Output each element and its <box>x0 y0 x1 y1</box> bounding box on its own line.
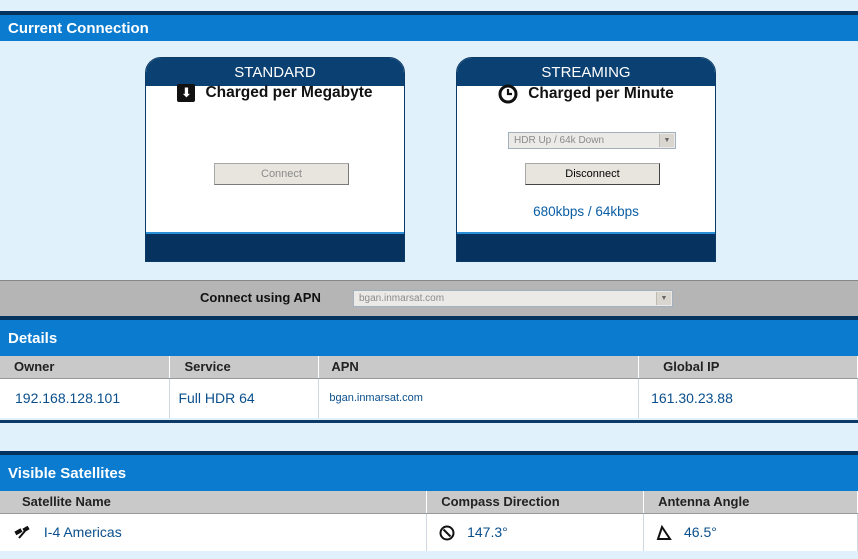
download-arrow-icon: ⬇ <box>177 84 196 102</box>
satellites-header-row: Satellite Name Compass Direction Antenna… <box>0 491 858 514</box>
compass-cell: 147.3° <box>426 513 645 551</box>
streaming-card-footer <box>457 232 715 261</box>
antenna-angle-icon <box>656 524 672 541</box>
satellites-table: Satellite Name Compass Direction Antenna… <box>0 491 858 551</box>
apn-bar: Connect using APN bgan.inmarsat.com ▼ <box>0 280 858 316</box>
compass-value: 147.3° <box>467 523 508 540</box>
standard-card-title: STANDARD <box>146 58 404 86</box>
details-col-global-ip: Global IP <box>638 356 858 379</box>
streaming-rate-select[interactable]: HDR Up / 64k Down ▼ <box>508 132 676 149</box>
standard-charge: ⬇ Charged per Megabyte <box>146 84 404 102</box>
details-owner-value: 192.168.128.101 <box>0 378 171 418</box>
details-apn-value: bgan.inmarsat.com <box>318 378 640 418</box>
angle-cell: 46.5° <box>643 513 858 551</box>
satellites-col-compass: Compass Direction <box>426 491 645 514</box>
compass-icon <box>439 525 455 541</box>
details-col-apn: APN <box>318 356 640 379</box>
satellite-name-cell: I-4 Americas <box>0 513 428 551</box>
details-title: Details <box>8 329 58 347</box>
apn-select-value: bgan.inmarsat.com <box>359 293 445 304</box>
table-row: I-4 Americas 147.3° 46.5° <box>0 513 858 551</box>
streaming-card-title: STREAMING <box>457 58 715 86</box>
streaming-rate-select-value: HDR Up / 64k Down <box>514 135 605 146</box>
current-connection-panel: STANDARD ⬇ Charged per Megabyte Connect … <box>0 41 858 280</box>
satellite-name-value: I-4 Americas <box>43 524 122 541</box>
satellite-icon <box>14 526 32 540</box>
current-connection-header: Current Connection <box>0 11 858 41</box>
chevron-down-icon[interactable]: ▼ <box>656 292 671 305</box>
details-service-value: Full HDR 64 <box>169 378 320 418</box>
clock-icon <box>498 84 518 104</box>
details-col-service: Service <box>169 356 320 379</box>
streaming-rate-text: 680kbps / 64kbps <box>533 204 639 219</box>
details-col-owner: Owner <box>0 356 171 379</box>
satellites-title: Visible Satellites <box>8 464 127 482</box>
streaming-charge: Charged per Minute <box>457 84 715 104</box>
satellites-header: Visible Satellites <box>0 451 858 491</box>
standard-card: STANDARD ⬇ Charged per Megabyte Connect <box>145 57 405 262</box>
details-header-row: Owner Service APN Global IP <box>0 356 858 379</box>
standard-card-footer <box>146 232 404 261</box>
chevron-down-icon[interactable]: ▼ <box>659 134 674 147</box>
details-bottom-border <box>0 420 858 423</box>
details-header: Details <box>0 316 858 356</box>
streaming-card: STREAMING Charged per Minute HDR Up / 64… <box>456 57 716 262</box>
apn-select[interactable]: bgan.inmarsat.com ▼ <box>353 290 673 307</box>
connect-button[interactable]: Connect <box>214 163 349 185</box>
satellites-col-angle: Antenna Angle <box>643 491 858 514</box>
streaming-charge-label: Charged per Minute <box>528 85 674 102</box>
angle-value: 46.5° <box>683 523 717 540</box>
details-table: Owner Service APN Global IP 192.168.128.… <box>0 356 858 418</box>
satellites-col-name: Satellite Name <box>0 491 428 514</box>
current-connection-title: Current Connection <box>8 19 149 37</box>
disconnect-button[interactable]: Disconnect <box>525 163 660 185</box>
apn-label: Connect using APN <box>200 290 321 305</box>
details-global-ip-value: 161.30.23.88 <box>638 378 858 418</box>
standard-charge-label: Charged per Megabyte <box>205 84 373 101</box>
table-row: 192.168.128.101 Full HDR 64 bgan.inmarsa… <box>0 378 858 418</box>
